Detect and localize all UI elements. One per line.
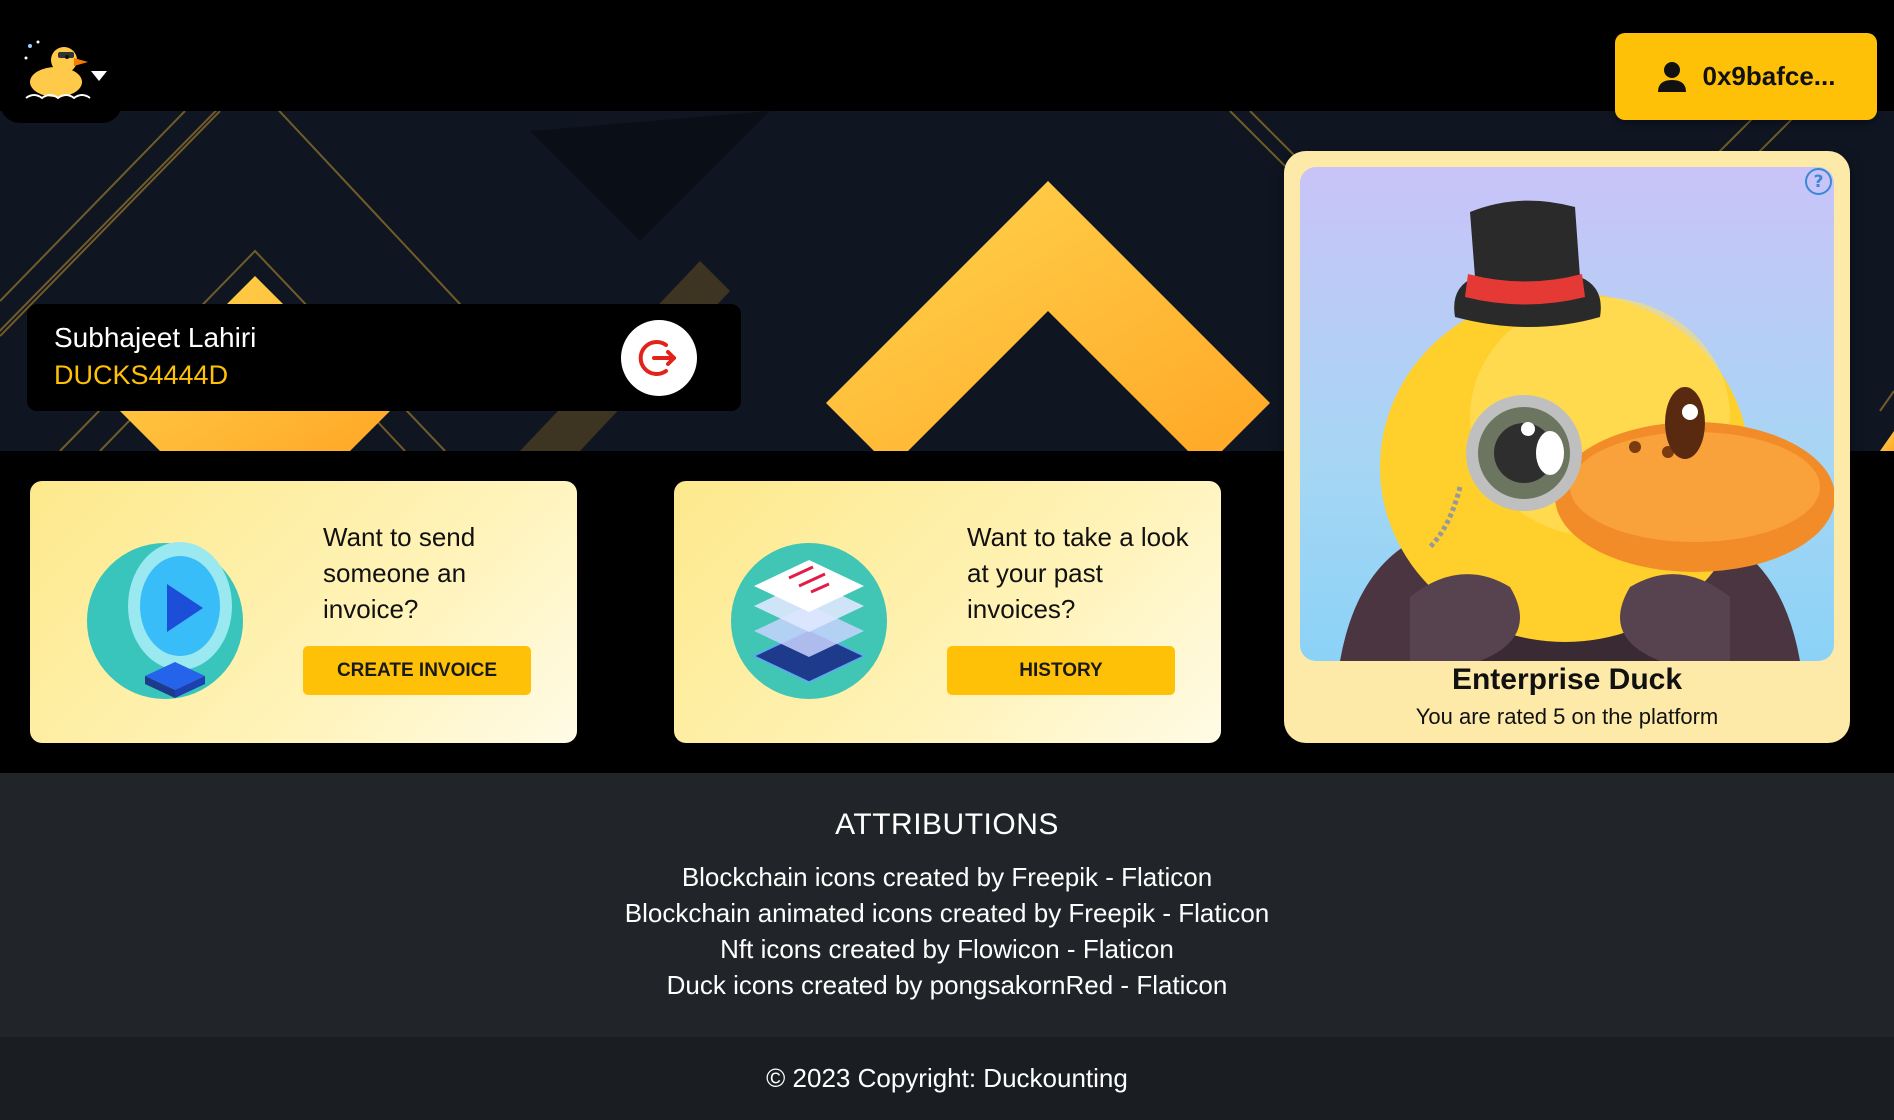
enterprise-duck-icon (1340, 200, 1834, 661)
attributions-section: ATTRIBUTIONS Blockchain icons created by… (0, 773, 1894, 1037)
attributions-list: Blockchain icons created by Freepik - Fl… (0, 859, 1894, 1003)
duck-logo-icon (24, 40, 91, 100)
wallet-address: 0x9bafce... (1702, 61, 1836, 91)
blockchain-layers-icon (731, 543, 887, 699)
nft-card: ? Enterprise Duck You are rated 5 on the… (1284, 151, 1850, 743)
footer: © 2023 Copyright: Duckounting (0, 1037, 1894, 1120)
logo-dropdown[interactable] (0, 0, 122, 123)
top-navbar (0, 0, 1894, 111)
chevron-down-icon (91, 71, 107, 81)
attribution-link[interactable]: Duck icons created by pongsakornRed - Fl… (0, 967, 1894, 1003)
attribution-link[interactable]: Nft icons created by Flowicon - Flaticon (0, 931, 1894, 967)
wallet-account-button[interactable]: 0x9bafce... (1615, 33, 1877, 120)
nft-title: Enterprise Duck (1451, 663, 1683, 696)
copyright-text: © 2023 Copyright: Duckounting (766, 1063, 1128, 1093)
attributions-title: ATTRIBUTIONS (835, 808, 1059, 841)
create-invoice-card: Want to send someone an invoice? CREATE … (30, 481, 577, 743)
logout-button[interactable] (621, 320, 697, 396)
user-icon (1657, 61, 1686, 92)
create-invoice-prompt: Want to send someone an invoice? (323, 522, 476, 624)
profile-name: Subhajeet Lahiri (54, 322, 257, 353)
profile-id: DUCKS4444D (54, 360, 229, 390)
logout-icon (638, 340, 676, 376)
history-prompt: Want to take a look at your past invoice… (967, 522, 1189, 624)
history-card: Want to take a look at your past invoice… (674, 481, 1221, 743)
nft-image (1300, 167, 1834, 661)
attribution-link[interactable]: Blockchain icons created by Freepik - Fl… (0, 859, 1894, 895)
nft-rating-text: You are rated 5 on the platform (1415, 704, 1719, 729)
profile-card: Subhajeet Lahiri DUCKS4444D (27, 304, 741, 411)
help-icon[interactable]: ? (1805, 168, 1832, 195)
blockchain-play-icon (87, 542, 243, 699)
attribution-link[interactable]: Blockchain animated icons created by Fre… (0, 895, 1894, 931)
history-button[interactable]: HISTORY (947, 646, 1175, 695)
create-invoice-button[interactable]: CREATE INVOICE (303, 646, 531, 695)
